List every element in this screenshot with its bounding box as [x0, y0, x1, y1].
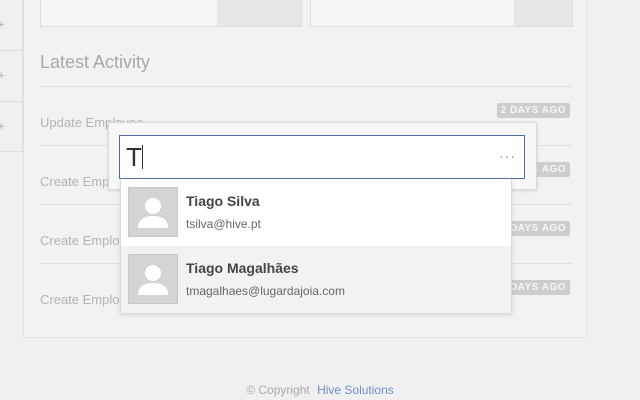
sidebar-strip: + + + — [0, 0, 23, 152]
sidebar-divider — [0, 50, 22, 51]
footer: © Copyright Hive Solutions — [0, 383, 640, 397]
user-silhouette-icon — [128, 187, 178, 237]
result-item[interactable]: Tiago Silva tsilva@hive.pt — [121, 179, 511, 246]
text-caret — [142, 145, 143, 169]
search-value[interactable]: T — [126, 142, 142, 172]
ellipsis-icon[interactable]: ··· — [499, 148, 516, 164]
copyright-text: © Copyright — [246, 383, 310, 397]
plus-icon[interactable]: + — [0, 20, 8, 31]
result-name: Tiago Magalhães — [186, 260, 299, 276]
section-title: Latest Activity — [40, 52, 151, 72]
dashboard-card — [310, 0, 573, 27]
plus-icon[interactable]: + — [0, 122, 8, 133]
result-email: tsilva@hive.pt — [186, 217, 261, 231]
result-name: Tiago Silva — [186, 193, 260, 209]
time-badge: 2 DAYS AGO — [496, 103, 570, 118]
search-results: Tiago Silva tsilva@hive.pt Tiago Magalhã… — [120, 179, 512, 313]
user-silhouette-icon — [128, 254, 178, 304]
footer-link[interactable]: Hive Solutions — [317, 383, 394, 397]
sidebar-divider — [0, 101, 22, 102]
search-input[interactable]: T ··· — [119, 135, 525, 179]
divider — [40, 86, 572, 87]
result-item[interactable]: Tiago Magalhães tmagalhaes@lugardajoia.c… — [121, 246, 511, 313]
sidebar-divider — [0, 151, 22, 152]
result-email: tmagalhaes@lugardajoia.com — [186, 284, 345, 298]
card-shade — [514, 0, 572, 26]
card-shade — [217, 0, 301, 26]
plus-icon[interactable]: + — [0, 71, 8, 82]
dashboard-card — [40, 0, 302, 27]
